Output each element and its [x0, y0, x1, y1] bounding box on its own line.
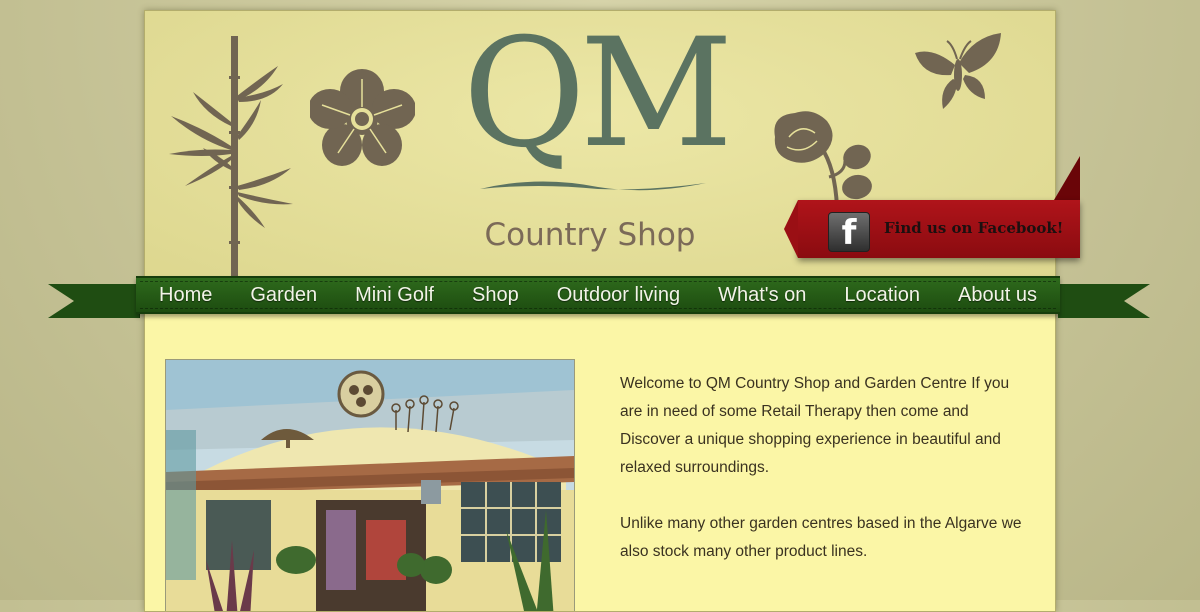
- shop-photo: [165, 359, 575, 611]
- main-content: Welcome to QM Country Shop and Garden Ce…: [145, 277, 1055, 611]
- nav-item-home[interactable]: Home: [153, 284, 218, 307]
- main-nav: Home Garden Mini Golf Shop Outdoor livin…: [48, 274, 1150, 320]
- ribbon-tail-right: [1058, 284, 1150, 318]
- logo-subtitle: Country Shop: [484, 217, 696, 253]
- nav-bar: Home Garden Mini Golf Shop Outdoor livin…: [136, 276, 1060, 314]
- logo-text: QM: [462, 10, 734, 181]
- nav-item-garden[interactable]: Garden: [244, 284, 323, 307]
- ribbon-fold: [1054, 156, 1080, 200]
- bamboo-icon: [169, 36, 293, 281]
- facebook-icon[interactable]: f: [828, 212, 870, 253]
- nav-item-shop[interactable]: Shop: [466, 284, 525, 307]
- nav-item-mini-golf[interactable]: Mini Golf: [349, 284, 440, 307]
- butterfly-icon: [915, 33, 1001, 109]
- nav-items: Home Garden Mini Golf Shop Outdoor livin…: [136, 278, 1060, 312]
- nav-item-outdoor-living[interactable]: Outdoor living: [551, 284, 686, 307]
- nav-item-whats-on[interactable]: What's on: [712, 284, 812, 307]
- facebook-banner[interactable]: f Find us on Facebook!: [784, 156, 1084, 266]
- nav-item-about-us[interactable]: About us: [952, 284, 1043, 307]
- flower-icon: [310, 69, 415, 166]
- logo-swoosh: [480, 181, 706, 191]
- intro-paragraph: Welcome to QM Country Shop and Garden Ce…: [620, 375, 1010, 476]
- ribbon-tail-left: [48, 284, 140, 318]
- intro-text: Welcome to QM Country Shop and Garden Ce…: [620, 370, 1025, 594]
- facebook-link[interactable]: Find us on Facebook!: [884, 219, 1064, 237]
- intro-paragraph: Unlike many other garden centres based i…: [620, 515, 1022, 560]
- nav-item-location[interactable]: Location: [838, 284, 926, 307]
